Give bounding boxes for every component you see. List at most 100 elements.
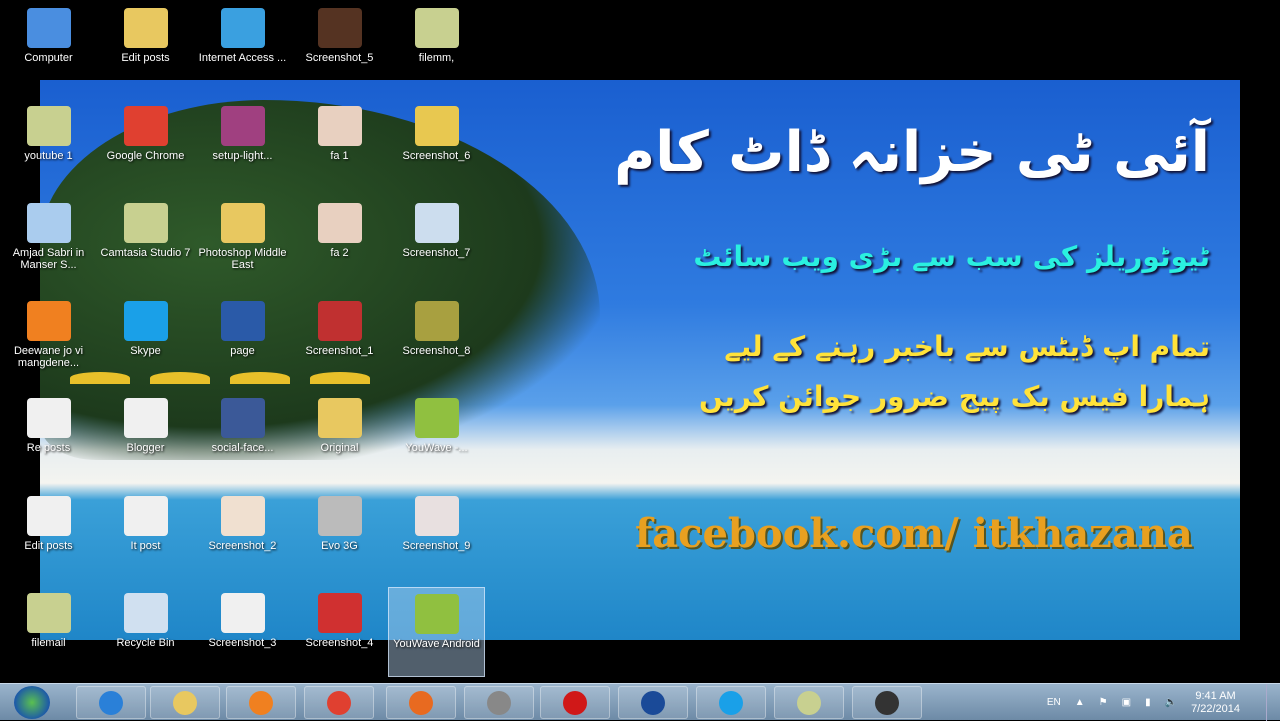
taskbar-skype[interactable]	[696, 686, 766, 719]
file-icon	[317, 203, 362, 243]
taskbar-internet-explorer[interactable]	[76, 686, 146, 719]
desktop-icon[interactable]: Screenshot_9	[388, 490, 485, 580]
taskbar-chrome[interactable]	[304, 686, 374, 719]
desktop-icon-label: Original	[320, 442, 359, 454]
action-center-icon[interactable]: ⚑	[1099, 697, 1108, 708]
desktop-icon[interactable]: setup-light...	[194, 100, 291, 190]
desktop-icon-label: setup-light...	[212, 149, 273, 162]
desktop-icon[interactable]: Photoshop Middle East	[194, 197, 291, 287]
windows-explorer-icon	[173, 690, 197, 715]
file-icon	[220, 495, 265, 536]
file-icon	[123, 398, 168, 438]
desktop-icon-label: Recycle Bin	[116, 637, 175, 649]
desktop-icon[interactable]: Edit posts	[0, 490, 97, 580]
camtasia-icon	[487, 690, 511, 715]
volume-icon[interactable]: 🔈	[1165, 697, 1177, 708]
show-hidden-icons[interactable]: ▲	[1075, 697, 1085, 708]
file-icon	[414, 495, 459, 536]
desktop-icon-label: youtube 1	[24, 149, 73, 162]
desktop-icon[interactable]: Screenshot_5	[291, 2, 388, 92]
file-icon	[414, 398, 459, 438]
file-icon	[317, 8, 362, 48]
desktop-icon-label: fa 1	[330, 149, 349, 162]
desktop-icon[interactable]: Original	[291, 392, 388, 482]
desktop-icon[interactable]: Edit posts	[97, 2, 194, 92]
desktop-icon[interactable]: Recycle Bin	[97, 587, 194, 677]
taskbar-photoshop[interactable]	[618, 686, 688, 719]
desktop-icon[interactable]: Computer	[0, 2, 97, 92]
wallpaper-facebook: facebook.com/ itkhazana	[635, 510, 1193, 557]
desktop-icon-label: Screenshot_1	[305, 344, 374, 357]
file-icon	[317, 300, 362, 341]
desktop-icon[interactable]: Screenshot_7	[388, 197, 485, 287]
taskbar-media-player[interactable]	[226, 686, 296, 719]
file-icon	[26, 203, 71, 243]
desktop-icon[interactable]: Internet Access ...	[194, 2, 291, 92]
desktop-icon[interactable]: Screenshot_6	[388, 100, 485, 190]
desktop-icon-label: Screenshot_9	[402, 539, 471, 552]
desktop-icon[interactable]: fa 2	[291, 197, 388, 287]
desktop-icon-label: Edit posts	[24, 539, 73, 552]
desktop-icon[interactable]: Amjad Sabri in Manser S...	[0, 197, 97, 287]
desktop-icon-label: Amjad Sabri in Manser S...	[12, 247, 85, 271]
taskbar-camera[interactable]	[852, 686, 922, 719]
wallpaper-title: آئی ٹی خزانہ ڈاٹ کام	[614, 120, 1210, 185]
file-icon	[123, 495, 168, 536]
file-icon	[123, 300, 168, 341]
desktop-icon[interactable]: filemail	[0, 587, 97, 677]
taskbar-opera[interactable]	[540, 686, 610, 719]
file-icon	[414, 594, 459, 634]
desktop-icon[interactable]: Blogger	[97, 392, 194, 482]
file-icon	[317, 593, 362, 633]
desktop-icon[interactable]: It post	[97, 490, 194, 580]
desktop-icon[interactable]: youtube 1	[0, 100, 97, 190]
wallpaper-line4: ہمارا فیس بک پیج ضرور جوائن کریں	[699, 380, 1210, 413]
file-icon	[414, 203, 459, 243]
file-icon	[414, 8, 459, 48]
desktop-icon[interactable]: Screenshot_4	[291, 587, 388, 677]
taskbar-windows-explorer[interactable]	[150, 686, 220, 719]
show-desktop-button[interactable]	[1266, 684, 1280, 721]
file-icon	[26, 398, 71, 438]
start-button[interactable]	[14, 686, 50, 719]
taskbar-firefox[interactable]	[386, 686, 456, 719]
desktop-icon[interactable]: YouWave Android	[388, 587, 485, 677]
clock-date: 7/22/2014	[1191, 702, 1240, 715]
taskbar-camtasia[interactable]	[464, 686, 534, 719]
desktop-icon[interactable]: Screenshot_8	[388, 295, 485, 385]
clock[interactable]: 9:41 AM 7/22/2014	[1191, 690, 1240, 716]
taskbar-camtasia-studio[interactable]	[774, 686, 844, 719]
desktop-icon[interactable]: Re posts	[0, 392, 97, 482]
desktop-icon[interactable]: Deewane jo vi mangdene...	[0, 295, 97, 385]
desktop-icon[interactable]: page	[194, 295, 291, 385]
file-icon	[220, 593, 265, 633]
device-icon[interactable]: ▣	[1122, 697, 1131, 708]
desktop-icon-label: fa 2	[330, 247, 349, 259]
desktop-icon[interactable]: social-face...	[194, 392, 291, 482]
opera-icon	[563, 690, 587, 715]
desktop-icon[interactable]: Screenshot_1	[291, 295, 388, 385]
desktop-icon[interactable]: Evo 3G	[291, 490, 388, 580]
desktop-icon-label: Screenshot_2	[208, 539, 277, 552]
desktop-icon-label: Edit posts	[121, 52, 170, 64]
desktop-icon[interactable]: Skype	[97, 295, 194, 385]
desktop-icon[interactable]: Screenshot_3	[194, 587, 291, 677]
desktop-icon[interactable]: filemm,	[388, 2, 485, 92]
file-icon	[26, 105, 71, 146]
file-icon	[123, 8, 168, 48]
desktop-icon[interactable]: YouWave -...	[388, 392, 485, 482]
desktop-icon[interactable]: Google Chrome	[97, 100, 194, 190]
desktop-icon[interactable]: Camtasia Studio 7	[97, 197, 194, 287]
desktop-icon-label: Evo 3G	[321, 539, 358, 552]
desktop-icon-label: Screenshot_6	[402, 149, 471, 162]
language-indicator[interactable]: EN	[1047, 697, 1061, 708]
camera-icon	[875, 690, 899, 715]
network-icon[interactable]: ▮	[1145, 697, 1151, 708]
desktop-icon[interactable]: fa 1	[291, 100, 388, 190]
desktop-icon[interactable]: Screenshot_2	[194, 490, 291, 580]
desktop-icon-label: Computer	[24, 52, 73, 64]
file-icon	[26, 8, 71, 48]
file-icon	[317, 105, 362, 146]
file-icon	[26, 300, 71, 341]
file-icon	[414, 105, 459, 146]
